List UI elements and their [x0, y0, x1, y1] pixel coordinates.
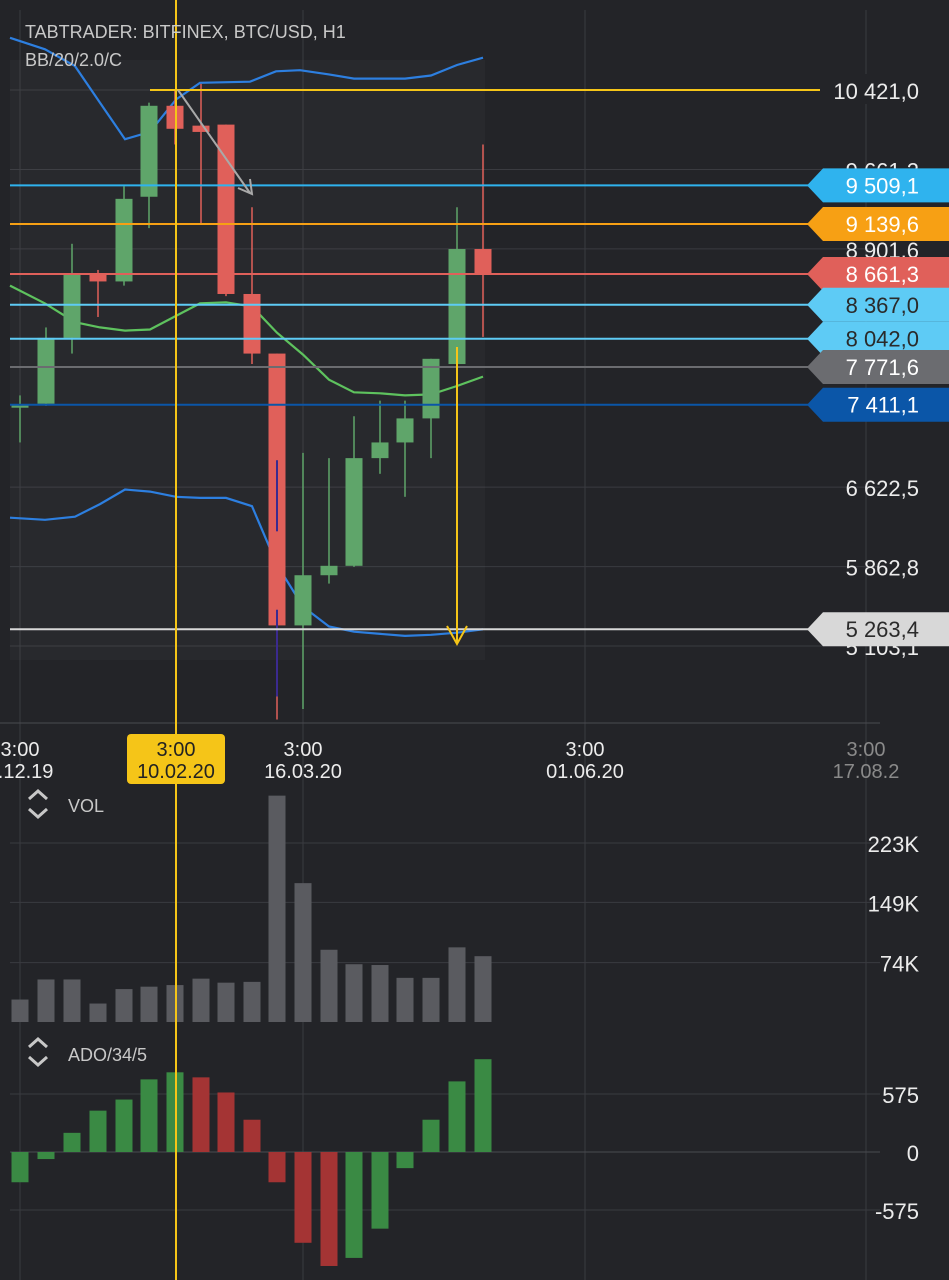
x-tick-time: 3:00	[1, 739, 40, 761]
price-tag-label: 9 139,6	[846, 212, 919, 237]
volume-bar	[422, 977, 440, 1022]
price-tag-label: 8 042,0	[846, 327, 919, 352]
candle-body	[371, 442, 389, 459]
x-tick-time: 3:00	[847, 739, 886, 761]
x-tick-date: 0.12.19	[0, 761, 53, 783]
vol-tick-label: 223K	[868, 832, 920, 857]
ado-bar	[320, 1152, 338, 1266]
vol-pane-label: VOL	[68, 796, 105, 816]
price-tag-label: 5 263,4	[846, 617, 919, 642]
vol-collapse-icon[interactable]	[25, 784, 51, 824]
price-tag-label: 7 771,6	[846, 355, 919, 380]
candle-body	[115, 198, 133, 282]
x-tick-date: 16.03.20	[264, 761, 342, 783]
vol-tick-label: 149K	[868, 891, 920, 916]
volume-bar	[345, 964, 363, 1022]
volume-bar	[474, 956, 492, 1022]
ado-bar	[63, 1132, 81, 1152]
data-region	[10, 60, 485, 660]
ado-bar	[345, 1152, 363, 1258]
volume-bar	[217, 982, 235, 1022]
ado-bar	[448, 1081, 466, 1152]
ado-bar	[11, 1152, 29, 1183]
x-tick-time: 3:00	[566, 739, 605, 761]
candle-body	[345, 458, 363, 566]
candle-body	[140, 105, 158, 197]
volume-bar	[396, 977, 414, 1022]
ado-bar	[474, 1059, 492, 1152]
volume-bar	[294, 883, 312, 1022]
x-tick-date: 10.02.20	[137, 761, 215, 783]
volume-bar	[115, 989, 133, 1022]
ado-bar	[115, 1099, 133, 1152]
price-tag-label: 8 661,3	[846, 262, 919, 287]
price-tick-label: 5 862,8	[846, 556, 919, 581]
ado-pane-label: ADO/34/5	[68, 1045, 148, 1065]
ado-tick-label: 575	[882, 1083, 919, 1108]
candle-body	[474, 249, 492, 275]
ado-bar	[268, 1152, 286, 1183]
candle-body	[294, 575, 312, 626]
volume-bar	[268, 795, 286, 1022]
volume-bar	[140, 986, 158, 1022]
x-tick-date: 17.08.2	[833, 761, 900, 783]
ado-collapse-icon[interactable]	[25, 1032, 51, 1072]
candle-body	[320, 565, 338, 576]
volume-bar	[192, 978, 210, 1022]
ado-bar	[422, 1119, 440, 1152]
indicator-label: BB/20/2.0/C	[25, 50, 123, 70]
ado-bar	[217, 1092, 235, 1152]
x-tick-time: 3:00	[284, 739, 323, 761]
candle-body	[89, 274, 107, 282]
x-tick-time: 3:00	[157, 739, 196, 761]
chart-canvas[interactable]: 10 421,09 661,28 901,68 042,07 771,66 62…	[0, 0, 949, 1280]
volume-bar	[63, 979, 81, 1022]
candle-body	[448, 249, 466, 365]
vol-tick-label: 74K	[880, 952, 919, 977]
volume-bar	[89, 1003, 107, 1022]
candle-body	[243, 293, 261, 354]
price-tag-label: 9 509,1	[846, 173, 919, 198]
price-line-label: 10 421,0	[833, 79, 919, 104]
ado-tick-label: 0	[907, 1141, 919, 1166]
volume-bar	[37, 979, 55, 1022]
candle-body	[396, 418, 414, 443]
price-tick-label: 6 622,5	[846, 476, 919, 501]
candle-body	[37, 337, 55, 404]
ado-bar	[371, 1152, 389, 1229]
chart-title: TABTRADER: BITFINEX, BTC/USD, H1	[25, 22, 346, 42]
ado-bar	[396, 1152, 414, 1169]
x-tick-date: 01.06.20	[546, 761, 624, 783]
volume-bar	[371, 965, 389, 1022]
ado-bar	[140, 1079, 158, 1152]
candle-body	[63, 274, 81, 338]
price-tag-label: 8 367,0	[846, 293, 919, 318]
volume-bar	[448, 947, 466, 1022]
ado-bar	[294, 1152, 312, 1243]
volume-bar	[11, 999, 29, 1022]
ado-tick-label: -575	[875, 1199, 919, 1224]
price-tag-label: 7 411,1	[847, 393, 919, 418]
ado-bar	[192, 1077, 210, 1152]
volume-bar	[320, 949, 338, 1022]
ado-bar	[89, 1110, 107, 1152]
ado-bar	[243, 1119, 261, 1152]
volume-bar	[243, 981, 261, 1022]
ado-bar	[37, 1152, 55, 1160]
